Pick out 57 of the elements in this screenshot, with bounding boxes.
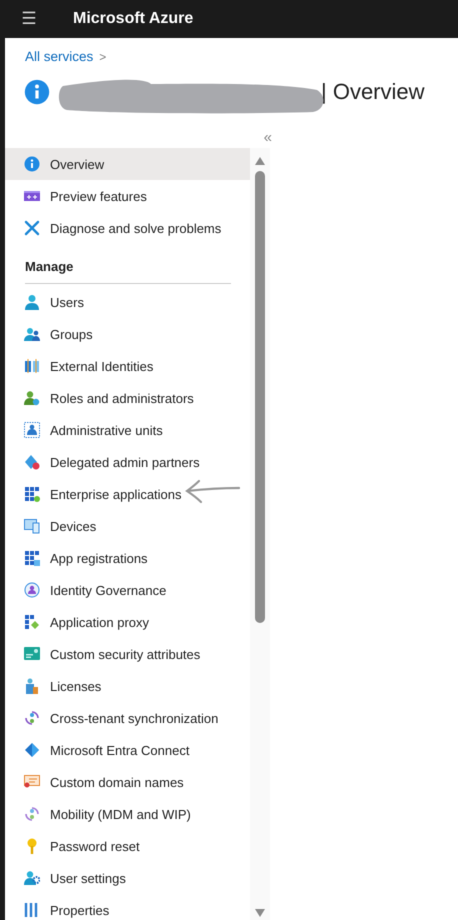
- nav-item[interactable]: Roles and administrators: [5, 382, 250, 414]
- nav-item[interactable]: Microsoft Entra Connect: [5, 734, 250, 766]
- scroll-up-icon[interactable]: [254, 156, 266, 166]
- nav-item[interactable]: Administrative units: [5, 414, 250, 446]
- breadcrumb-link[interactable]: All services: [25, 49, 94, 64]
- nav-item[interactable]: Identity Governance: [5, 574, 250, 606]
- nav-item[interactable]: Devices: [5, 510, 250, 542]
- user-gear-icon: [24, 870, 40, 886]
- hand-drawn-arrow: [185, 479, 241, 505]
- tools-icon: [24, 220, 40, 236]
- grid-icon: [24, 614, 40, 630]
- menu-button[interactable]: ☰: [19, 9, 39, 29]
- nav-item[interactable]: Properties: [5, 894, 250, 920]
- nav-item[interactable]: Application proxy: [5, 606, 250, 638]
- identity-icon: [24, 582, 40, 598]
- nav-item[interactable]: Overview: [5, 148, 250, 180]
- nav-item[interactable]: App registrations: [5, 542, 250, 574]
- diamond-icon: [24, 742, 40, 758]
- unit-icon: [24, 422, 40, 438]
- nav-item[interactable]: Enterprise applications: [5, 478, 250, 510]
- nav-item[interactable]: Delegated admin partners: [5, 446, 250, 478]
- nav-item[interactable]: Groups: [5, 318, 250, 350]
- user-badge-icon: [24, 390, 40, 406]
- group-icon: [24, 326, 40, 342]
- grid-icon: [24, 486, 40, 502]
- info-icon: [24, 156, 40, 172]
- nav-item[interactable]: Mobility (MDM and WIP): [5, 798, 250, 830]
- section-heading: Manage: [24, 258, 74, 276]
- building-icon: [24, 358, 40, 374]
- license-icon: [24, 678, 40, 694]
- nav-item[interactable]: Preview features: [5, 180, 250, 212]
- scrollbar[interactable]: [250, 148, 270, 920]
- nav-item[interactable]: Password reset: [5, 830, 250, 862]
- user-icon: [24, 294, 40, 310]
- nav-item[interactable]: External Identities: [5, 350, 250, 382]
- sync-icon: [24, 806, 40, 822]
- nav-item[interactable]: User settings: [5, 862, 250, 894]
- diamond-heart-icon: [24, 454, 40, 470]
- info-icon: [24, 79, 50, 105]
- grid-icon: [24, 550, 40, 566]
- bars-icon: [24, 902, 40, 918]
- scroll-down-icon[interactable]: [254, 908, 266, 918]
- page-title: | Overview: [321, 79, 425, 105]
- certificate-icon: [24, 774, 40, 790]
- nav-item[interactable]: Custom domain names: [5, 766, 250, 798]
- breadcrumb-separator: >: [99, 50, 106, 64]
- preview-icon: [24, 188, 40, 204]
- nav-item[interactable]: Users: [5, 286, 250, 318]
- sync-icon: [24, 710, 40, 726]
- devices-icon: [24, 518, 40, 534]
- nav-item[interactable]: Diagnose and solve problems: [5, 212, 250, 244]
- card-icon: [24, 646, 40, 662]
- collapse-button[interactable]: «: [264, 126, 272, 148]
- nav-item[interactable]: Licenses: [5, 670, 250, 702]
- nav-item[interactable]: Cross-tenant synchronization: [5, 702, 250, 734]
- nav-item[interactable]: Custom security attributes: [5, 638, 250, 670]
- app-title: Microsoft Azure: [73, 10, 194, 28]
